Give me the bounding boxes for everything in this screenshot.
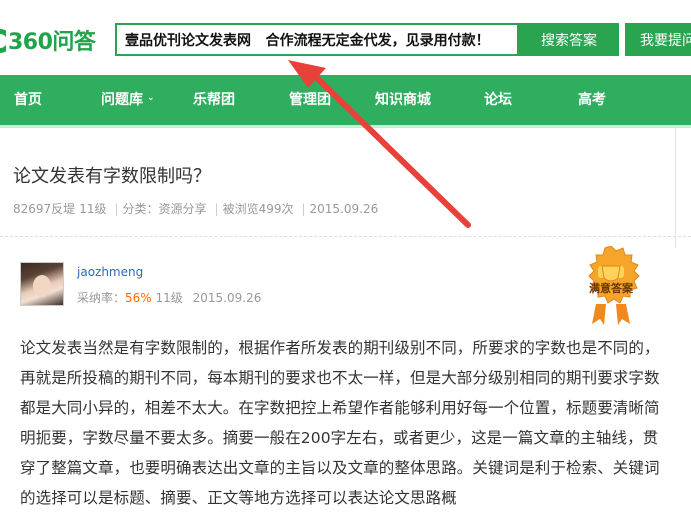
section-divider [0, 236, 691, 238]
nav-item-label: 乐帮团 [193, 92, 235, 108]
search-button[interactable]: 搜索答案 [519, 23, 619, 56]
satisfied-answer-badge: 满意答案 [578, 245, 644, 326]
view-count: 被浏览499次 [222, 202, 294, 216]
chevron-down-icon: ⌄ [147, 93, 155, 103]
question-panel: 论文发表有字数限制吗？ 82697反堤 11级 | 分类：资源分享 | 被浏览499次 | 2… [0, 128, 691, 236]
site-logo[interactable]: 360问答 [0, 22, 96, 58]
nav-item-forum[interactable]: 论坛 [484, 75, 512, 125]
answerer-meta: 采纳率：56% 11级 2015.09.26 [77, 289, 261, 306]
answerer-name[interactable]: jaozhmeng [77, 265, 143, 279]
ask-question-button[interactable]: 我要提问 [625, 23, 691, 56]
nav-item-label: 论坛 [484, 92, 512, 108]
meta-separator: | [301, 202, 306, 216]
nav-item-home[interactable]: 首页 [14, 75, 42, 125]
adopt-rate-value: 56% [125, 291, 152, 305]
nav-item-knowledge-mall[interactable]: 知识商城 [375, 75, 431, 125]
nav-item-label: 管理团 [289, 92, 331, 108]
nav-item-question-library[interactable]: 问题库 ⌄ [101, 75, 155, 125]
search-input[interactable] [117, 25, 515, 54]
answer-text: 论文发表当然是有字数限制的，根据作者所发表的期刊级别不同，所要求的字数也是不同的… [20, 339, 660, 507]
nav-item-label: 高考 [578, 92, 606, 108]
nav-item-admin-team[interactable]: 管理团 [289, 75, 331, 125]
badge-label: 满意答案 [589, 282, 633, 295]
asker-level: 11级 [79, 202, 107, 216]
search-box[interactable] [115, 23, 519, 56]
logo-text: 360问答 [8, 30, 96, 55]
question-date: 2015.09.26 [309, 202, 379, 216]
question-title: 论文发表有字数限制吗？ [13, 166, 211, 187]
meta-separator: | [114, 202, 119, 216]
adopt-rate-label: 采纳率： [77, 291, 126, 305]
panel-border [675, 128, 676, 248]
nav-item-label: 知识商城 [375, 92, 431, 108]
main-nav: 首页 问题库 ⌄ 乐帮团 管理团 知识商城 论坛 高考 [0, 75, 691, 128]
nav-item-gaokao[interactable]: 高考 [578, 75, 606, 125]
site-header: 360问答 搜索答案 我要提问 [0, 0, 691, 75]
nav-item-label: 问题库 [101, 92, 143, 108]
avatar[interactable] [20, 262, 64, 306]
nav-item-label: 首页 [14, 92, 42, 108]
answer-date: 2015.09.26 [192, 291, 262, 305]
nav-item-help-team[interactable]: 乐帮团 [193, 75, 235, 125]
meta-separator: | [214, 202, 219, 216]
asker-name[interactable]: 82697反堤 [13, 202, 75, 216]
logo-ring-icon [0, 25, 6, 55]
question-meta: 82697反堤 11级 | 分类：资源分享 | 被浏览499次 | 2015.09.26 [13, 200, 382, 217]
answerer-level: 11级 [155, 291, 183, 305]
question-category[interactable]: 分类：资源分享 [123, 202, 207, 216]
